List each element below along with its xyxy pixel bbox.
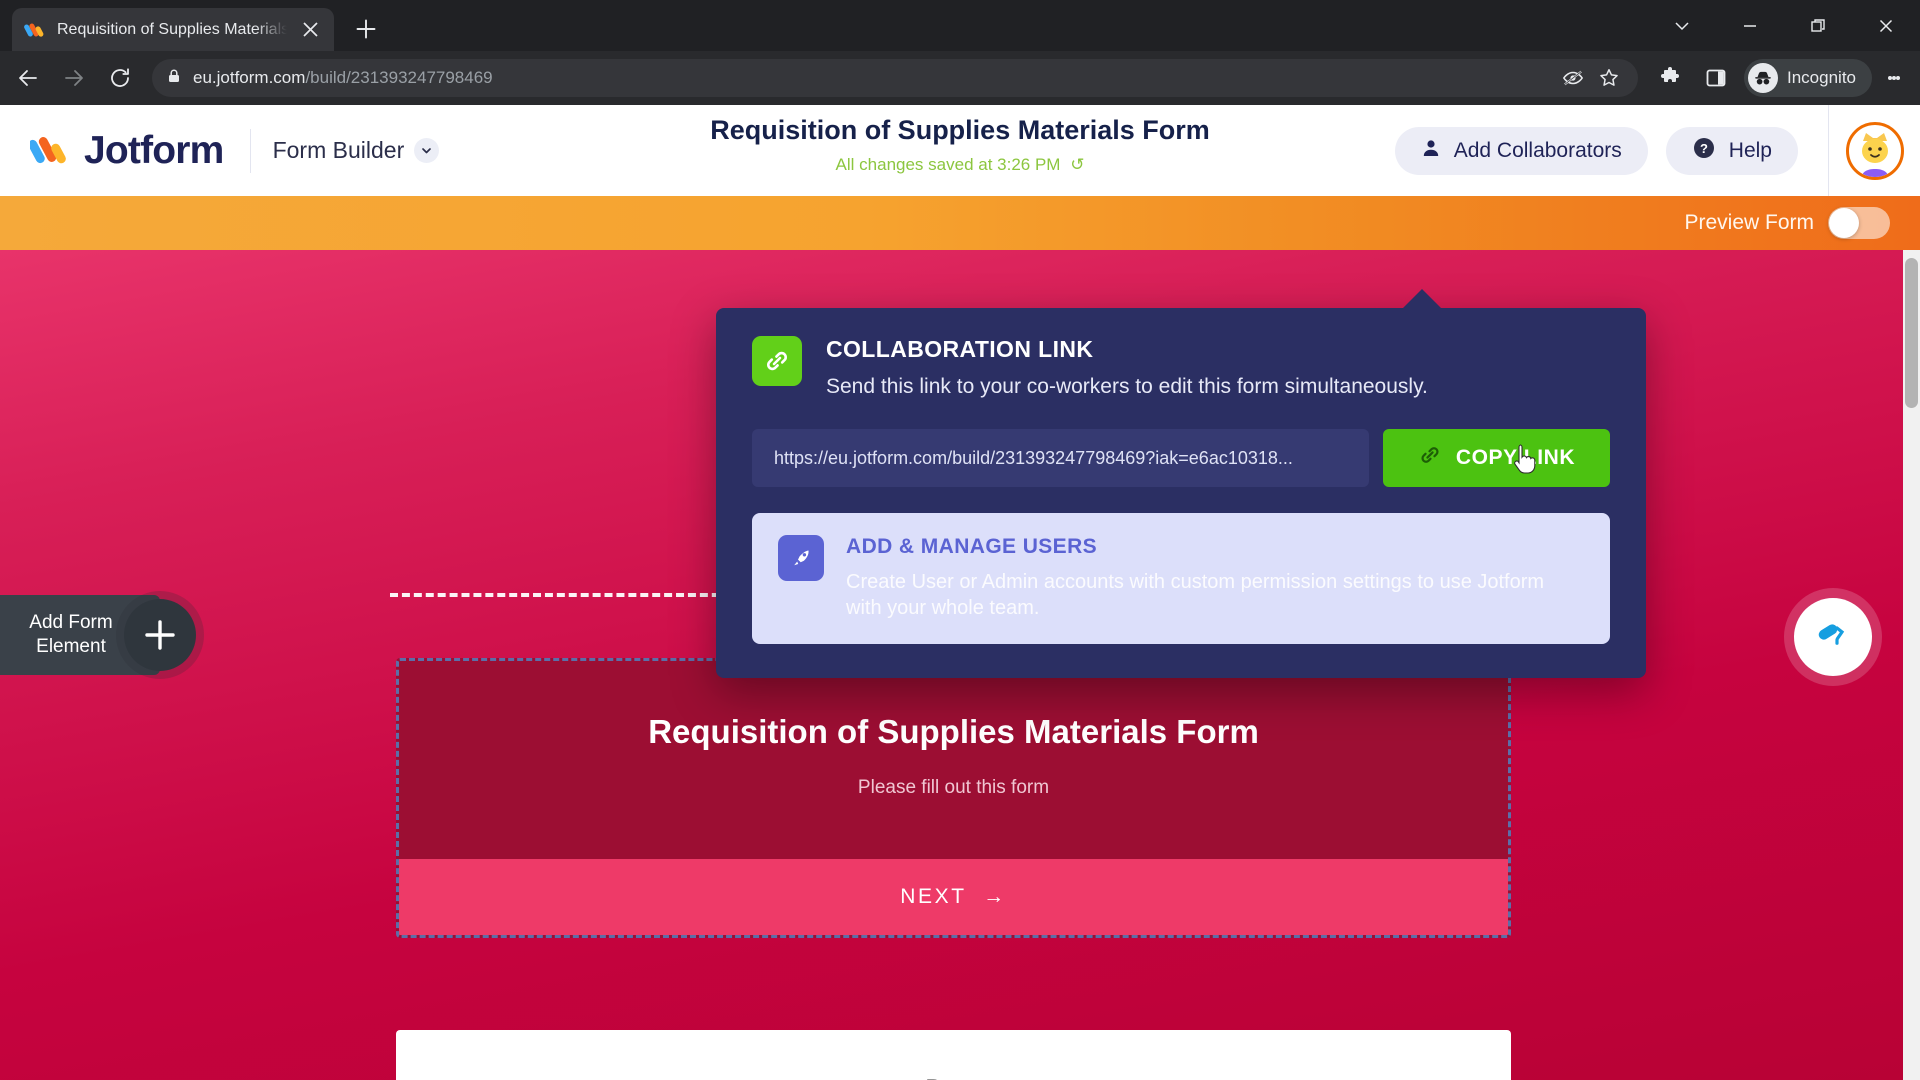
- collaboration-link-description: Send this link to your co-workers to edi…: [826, 375, 1428, 398]
- eye-off-icon[interactable]: [1558, 63, 1588, 93]
- collaboration-link-heading: COLLABORATION LINK: [826, 336, 1094, 362]
- lock-icon: [166, 68, 182, 89]
- avatar-container: [1828, 105, 1920, 196]
- new-tab-button[interactable]: [348, 11, 384, 47]
- help-button[interactable]: ? Help: [1665, 126, 1798, 175]
- preview-form-toggle[interactable]: [1828, 207, 1890, 239]
- link-icon: [1418, 443, 1442, 473]
- reload-icon[interactable]: [98, 56, 142, 100]
- add-manage-users-heading: ADD & MANAGE USERS: [846, 535, 1098, 558]
- heading-next-button[interactable]: NEXT →: [399, 859, 1508, 935]
- tab-strip: Requisition of Supplies Materials: [0, 0, 1920, 51]
- incognito-icon: [1748, 63, 1778, 93]
- avatar[interactable]: [1845, 121, 1904, 180]
- add-manage-users-section[interactable]: ADD & MANAGE USERS Create User or Admin …: [752, 513, 1610, 644]
- close-window-icon[interactable]: [1852, 0, 1920, 51]
- kebab-menu-icon[interactable]: [1874, 56, 1914, 100]
- collaboration-link-text: COLLABORATION LINK Send this link to you…: [826, 336, 1428, 399]
- form-builder-menu[interactable]: Form Builder: [273, 137, 440, 164]
- add-collaborators-button[interactable]: Add Collaborators: [1394, 126, 1648, 175]
- svg-text:?: ?: [1700, 141, 1708, 156]
- browser-window: Requisition of Supplies Materials eu.jot…: [0, 0, 1920, 1080]
- puzzle-icon[interactable]: [1648, 56, 1692, 100]
- collaboration-popup: COLLABORATION LINK Send this link to you…: [716, 289, 1646, 678]
- date-card-body: Date Type a description 05-21-2023: [396, 1030, 1511, 1080]
- arrow-right-icon: →: [974, 885, 1007, 908]
- forward-arrow-icon[interactable]: [52, 56, 96, 100]
- close-icon[interactable]: [298, 18, 322, 42]
- add-collaborators-label: Add Collaborators: [1453, 138, 1622, 162]
- paint-roller-icon: [1814, 616, 1852, 659]
- jotform-app: Jotform Form Builder Requisition of Supp…: [0, 105, 1920, 1080]
- side-panel-icon[interactable]: [1694, 56, 1738, 100]
- incognito-label: Incognito: [1787, 68, 1856, 87]
- header-divider: [249, 128, 251, 173]
- heading-card-body: Requisition of Supplies Materials Form P…: [399, 661, 1508, 859]
- builder-toolbar: Preview Form: [0, 196, 1920, 250]
- page-scrollbar[interactable]: [1903, 250, 1920, 1080]
- date-field-label[interactable]: Date: [456, 1074, 1451, 1080]
- add-form-element-label-line2: Element: [36, 635, 106, 657]
- link-icon: [752, 336, 802, 386]
- heading-form-card[interactable]: Requisition of Supplies Materials Form P…: [396, 658, 1511, 938]
- maximize-restore-icon[interactable]: [1784, 0, 1852, 51]
- jotform-logo[interactable]: Jotform: [28, 128, 224, 173]
- popup-arrow: [1402, 289, 1442, 309]
- browser-tab[interactable]: Requisition of Supplies Materials: [12, 8, 334, 51]
- plus-icon[interactable]: [124, 598, 196, 671]
- preview-form-label: Preview Form: [1684, 211, 1814, 234]
- add-form-element-label-line1: Add Form: [29, 612, 113, 633]
- add-manage-users-description: Create User or Admin accounts with custo…: [846, 571, 1545, 620]
- heading-subtitle[interactable]: Please fill out this form: [419, 777, 1488, 799]
- browser-toolbar: eu.jotform.com/build/231393247798469 Inc…: [0, 51, 1920, 105]
- help-label: Help: [1728, 138, 1772, 162]
- form-builder-label: Form Builder: [272, 137, 405, 163]
- header-actions: Add Collaborators ? Help: [1394, 105, 1920, 196]
- star-icon[interactable]: [1594, 63, 1624, 93]
- collaboration-link-input[interactable]: https://eu.jotform.com/build/23139324779…: [752, 429, 1369, 487]
- tab-title: Requisition of Supplies Materials: [57, 20, 287, 38]
- url-host: eu.jotform.com: [193, 68, 306, 87]
- question-mark-icon: ?: [1692, 136, 1716, 166]
- jotform-favicon: [24, 19, 46, 41]
- heading-title[interactable]: Requisition of Supplies Materials Form: [419, 713, 1488, 751]
- incognito-indicator[interactable]: Incognito: [1744, 59, 1872, 97]
- copy-link-button[interactable]: COPY LINK: [1383, 429, 1610, 487]
- omnibox-actions: [1558, 63, 1624, 93]
- preview-form-control[interactable]: Preview Form: [1684, 207, 1890, 239]
- scrollbar-thumb[interactable]: [1905, 258, 1918, 408]
- jotform-logo-text: Jotform: [84, 128, 224, 172]
- rocket-icon: [778, 535, 824, 581]
- jotform-logo-icon: [28, 131, 70, 171]
- heading-next-label: NEXT: [900, 885, 967, 908]
- form-elements-area: Requisition of Supplies Materials Form P…: [396, 658, 1511, 1080]
- user-icon: [1421, 138, 1441, 164]
- url-text: eu.jotform.com/build/231393247798469: [193, 68, 493, 88]
- chevron-down-icon[interactable]: [1648, 0, 1716, 51]
- add-form-element-control[interactable]: Add Form Element: [0, 595, 196, 675]
- window-controls: [1648, 0, 1920, 51]
- form-designer-button[interactable]: [1794, 598, 1872, 676]
- add-manage-users-text: ADD & MANAGE USERS Create User or Admin …: [846, 535, 1584, 622]
- save-status-text: All changes saved at 3:26 PM: [835, 155, 1061, 174]
- back-arrow-icon[interactable]: [6, 56, 50, 100]
- undo-icon[interactable]: ↺: [1070, 155, 1084, 174]
- collaboration-link-row: https://eu.jotform.com/build/23139324779…: [752, 429, 1610, 487]
- date-form-card[interactable]: Date Type a description 05-21-2023: [396, 1030, 1511, 1080]
- collaboration-link-section: COLLABORATION LINK Send this link to you…: [752, 336, 1610, 399]
- minimize-icon[interactable]: [1716, 0, 1784, 51]
- chevron-down-icon: [414, 138, 440, 163]
- copy-link-label: COPY LINK: [1455, 446, 1576, 469]
- app-header: Jotform Form Builder Requisition of Supp…: [0, 105, 1920, 196]
- address-bar[interactable]: eu.jotform.com/build/231393247798469: [152, 59, 1638, 97]
- url-path: /build/231393247798469: [305, 68, 493, 87]
